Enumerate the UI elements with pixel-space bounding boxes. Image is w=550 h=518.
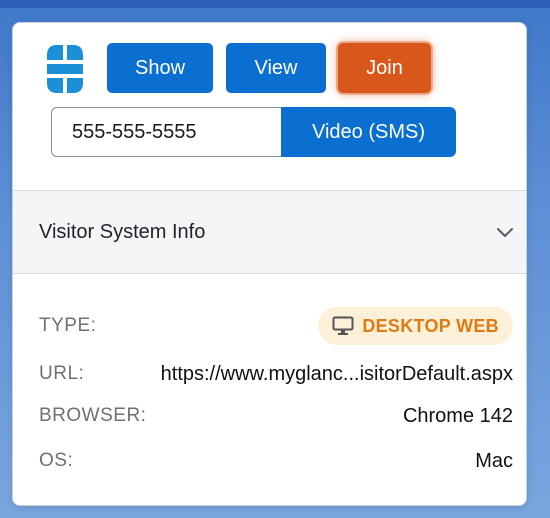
type-label: TYPE: bbox=[39, 315, 97, 336]
browser-label: BROWSER: bbox=[39, 405, 147, 426]
browser-value: Chrome 142 bbox=[402, 405, 513, 427]
view-button[interactable]: View bbox=[226, 43, 326, 93]
glance-logo bbox=[47, 45, 83, 93]
background-strip bbox=[0, 0, 550, 8]
os-label: OS: bbox=[39, 450, 74, 471]
info-row-type: TYPE: DESKTOP WEB bbox=[39, 307, 513, 345]
url-value: https://www.myglanc...isitorDefault.aspx bbox=[160, 363, 513, 385]
info-row-os: OS: Mac bbox=[39, 446, 513, 476]
info-row-url: URL: https://www.myglanc...isitorDefault… bbox=[39, 359, 513, 389]
type-value: DESKTOP WEB bbox=[362, 315, 499, 336]
phone-number-input[interactable] bbox=[51, 107, 281, 157]
join-button[interactable]: Join bbox=[338, 43, 431, 93]
section-title: Visitor System Info bbox=[39, 221, 206, 243]
video-sms-button[interactable]: Video (SMS) bbox=[281, 107, 456, 157]
chevron-down-icon[interactable] bbox=[496, 223, 514, 241]
url-label: URL: bbox=[39, 363, 85, 384]
type-badge: DESKTOP WEB bbox=[318, 307, 513, 345]
info-row-browser: BROWSER: Chrome 142 bbox=[39, 401, 513, 431]
desktop-monitor-icon bbox=[332, 316, 354, 335]
visitor-system-info-header[interactable]: Visitor System Info bbox=[13, 190, 526, 274]
visitor-panel: Show View Join Video (SMS) Visitor Syste… bbox=[12, 22, 527, 506]
os-value: Mac bbox=[475, 450, 513, 472]
show-button[interactable]: Show bbox=[107, 43, 213, 93]
